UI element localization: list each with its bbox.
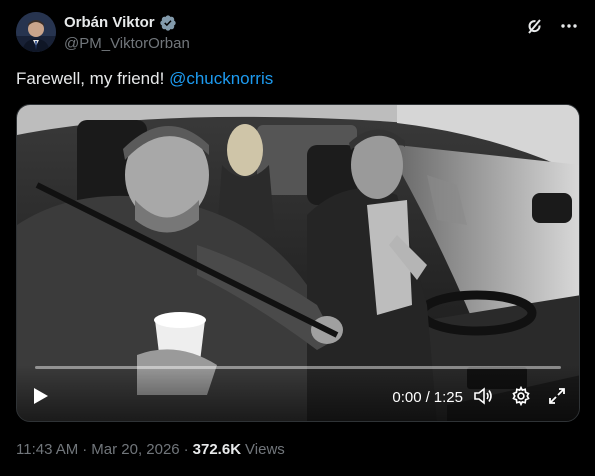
author-display-name[interactable]: Orbán Viktor (64, 14, 155, 32)
meta-separator: · (82, 441, 88, 458)
video-player[interactable]: 0:00 / 1:25 (16, 104, 580, 422)
header-actions (525, 12, 579, 36)
video-current-time: 0:00 (392, 389, 422, 406)
meta-separator-2: · (183, 441, 189, 458)
tweet-date[interactable]: Mar 20, 2026 (91, 441, 179, 458)
name-row: Orbán Viktor (64, 14, 190, 32)
views-label: Views (245, 441, 285, 458)
more-icon[interactable] (559, 16, 579, 36)
volume-button[interactable] (473, 386, 493, 411)
tweet-time[interactable]: 11:43 AM (16, 441, 78, 458)
volume-icon (473, 386, 493, 411)
author-handle[interactable]: @PM_ViktorOrban (64, 34, 190, 54)
tweet-text: Farewell, my friend! @chucknorris (16, 68, 273, 90)
video-controls (17, 365, 579, 421)
video-time-separator: / (425, 389, 430, 406)
video-duration: 1:25 (433, 389, 463, 406)
settings-button[interactable] (511, 385, 531, 411)
grok-icon[interactable] (525, 16, 545, 36)
tweet-header: Orbán Viktor @PM_ViktorOrban (16, 12, 579, 56)
video-progress-bar[interactable] (35, 366, 561, 369)
play-icon (33, 387, 49, 410)
tweet-body: Farewell, my friend! (16, 69, 165, 88)
author-avatar[interactable] (16, 12, 56, 52)
settings-icon (511, 385, 531, 411)
fullscreen-button[interactable] (547, 386, 567, 411)
verified-badge-icon (159, 14, 177, 32)
author-names: Orbán Viktor @PM_ViktorOrban (64, 12, 190, 54)
fullscreen-icon (547, 386, 567, 411)
tweet-meta: 11:43 AM · Mar 20, 2026 · 372.6K Views (16, 441, 285, 458)
play-button[interactable] (31, 387, 51, 409)
video-time: 0:00 / 1:25 (392, 389, 463, 406)
mention-link[interactable]: @chucknorris (169, 69, 273, 88)
views-count: 372.6K (192, 441, 242, 458)
